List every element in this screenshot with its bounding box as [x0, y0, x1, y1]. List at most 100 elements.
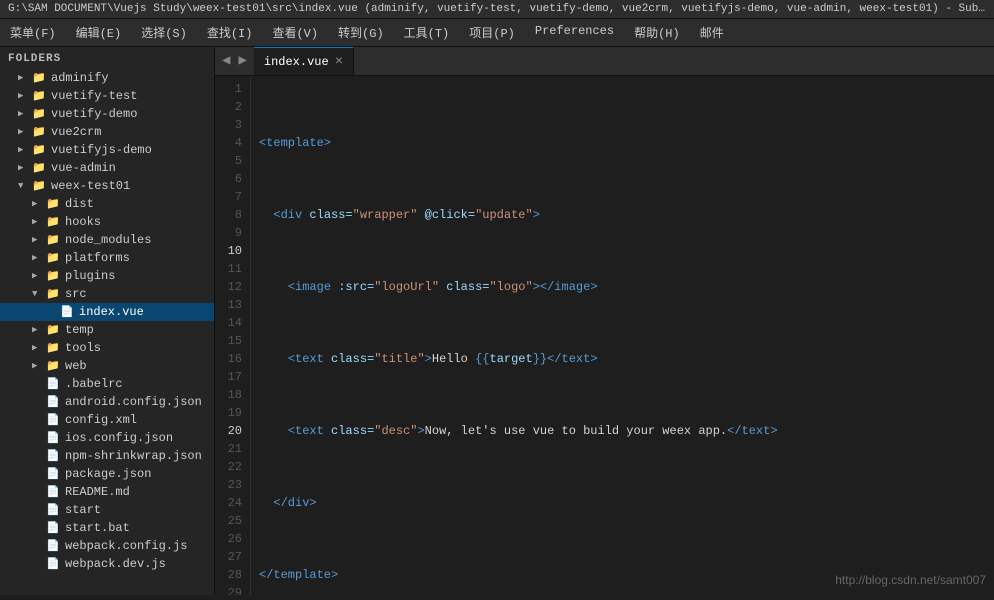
arrow-icon	[18, 73, 32, 83]
arrow-icon	[18, 91, 32, 101]
code-line-6: </div>	[259, 494, 994, 512]
sidebar-item-weex-test01[interactable]: 📁 weex-test01	[0, 177, 214, 195]
menu-item-goto[interactable]: 转到(G)	[328, 22, 394, 43]
folder-icon: 📁	[46, 269, 62, 283]
nav-left-icon[interactable]: ◀	[219, 52, 233, 70]
menu-item-preferences[interactable]: Preferences	[525, 22, 624, 43]
watermark: http://blog.csdn.net/samt007	[835, 573, 986, 587]
file-icon: 📄	[46, 539, 62, 553]
folder-icon: 📁	[32, 125, 48, 139]
file-icon: 📄	[60, 305, 76, 319]
folder-icon: 📁	[46, 215, 62, 229]
code-content[interactable]: <template> <div class="wrapper" @click="…	[251, 76, 994, 595]
sidebar-item-webpack-config[interactable]: 📄 webpack.config.js	[0, 537, 214, 555]
file-icon: 📄	[46, 449, 62, 463]
file-icon: 📄	[46, 503, 62, 517]
folder-icon: 📁	[46, 197, 62, 211]
tab-index-vue[interactable]: index.vue ×	[254, 47, 354, 75]
code-line-1: <template>	[259, 134, 994, 152]
sidebar-item-vuetify-test[interactable]: 📁 vuetify-test	[0, 87, 214, 105]
sidebar: FOLDERS 📁 adminify 📁 vuetify-test 📁 vuet…	[0, 47, 215, 595]
editor-area: ◀ ▶ index.vue × 1 2 3 4 5 6 7 8	[215, 47, 994, 595]
arrow-icon	[32, 361, 46, 371]
sidebar-item-dist[interactable]: 📁 dist	[0, 195, 214, 213]
sidebar-item-src[interactable]: 📁 src	[0, 285, 214, 303]
folder-icon: 📁	[46, 287, 62, 301]
folder-icon: 📁	[32, 143, 48, 157]
arrow-icon	[32, 235, 46, 245]
sidebar-item-android-config[interactable]: 📄 android.config.json	[0, 393, 214, 411]
main-layout: FOLDERS 📁 adminify 📁 vuetify-test 📁 vuet…	[0, 47, 994, 595]
tab-label: index.vue	[264, 55, 329, 69]
sidebar-item-vuetify-demo[interactable]: 📁 vuetify-demo	[0, 105, 214, 123]
arrow-icon	[32, 217, 46, 227]
arrow-icon	[18, 109, 32, 119]
sidebar-item-plugins[interactable]: 📁 plugins	[0, 267, 214, 285]
tab-bar: index.vue ×	[254, 47, 994, 75]
sidebar-item-vue2crm[interactable]: 📁 vue2crm	[0, 123, 214, 141]
file-icon: 📄	[46, 467, 62, 481]
sidebar-item-platforms[interactable]: 📁 platforms	[0, 249, 214, 267]
sidebar-item-index-vue[interactable]: 📄 index.vue	[0, 303, 214, 321]
folder-icon: 📁	[32, 179, 48, 193]
arrow-icon	[18, 181, 32, 191]
code-container[interactable]: 1 2 3 4 5 6 7 8 9 10 11 12 13 14 15 16 1…	[215, 76, 994, 595]
folder-icon: 📁	[32, 71, 48, 85]
sidebar-item-ios-config[interactable]: 📄 ios.config.json	[0, 429, 214, 447]
sidebar-item-temp[interactable]: 📁 temp	[0, 321, 214, 339]
arrow-icon	[32, 343, 46, 353]
sidebar-header: FOLDERS	[0, 47, 214, 69]
folder-icon: 📁	[32, 161, 48, 175]
sidebar-item-package-json[interactable]: 📄 package.json	[0, 465, 214, 483]
sidebar-item-npm-shrinkwrap[interactable]: 📄 npm-shrinkwrap.json	[0, 447, 214, 465]
arrow-icon	[32, 271, 46, 281]
sidebar-item-config-xml[interactable]: 📄 config.xml	[0, 411, 214, 429]
sidebar-item-start-bat[interactable]: 📄 start.bat	[0, 519, 214, 537]
menu-item-select[interactable]: 选择(S)	[131, 22, 197, 43]
arrow-icon	[18, 127, 32, 137]
sidebar-item-readme[interactable]: 📄 README.md	[0, 483, 214, 501]
sidebar-item-babelrc[interactable]: 📄 .babelrc	[0, 375, 214, 393]
sidebar-item-hooks[interactable]: 📁 hooks	[0, 213, 214, 231]
menu-item-view[interactable]: 查看(V)	[262, 22, 328, 43]
folder-icon: 📁	[46, 359, 62, 373]
folder-icon: 📁	[46, 323, 62, 337]
menu-item-find[interactable]: 查找(I)	[197, 22, 263, 43]
file-icon: 📄	[46, 395, 62, 409]
arrow-icon	[32, 199, 46, 209]
file-icon: 📄	[46, 521, 62, 535]
sidebar-item-start[interactable]: 📄 start	[0, 501, 214, 519]
arrow-icon	[32, 289, 46, 299]
menu-item-edit[interactable]: 编辑(E)	[66, 22, 132, 43]
line-numbers: 1 2 3 4 5 6 7 8 9 10 11 12 13 14 15 16 1…	[215, 76, 251, 595]
file-icon: 📄	[46, 431, 62, 445]
sidebar-item-adminify[interactable]: 📁 adminify	[0, 69, 214, 87]
folder-icon: 📁	[46, 341, 62, 355]
sidebar-nav: ◀ ▶	[215, 47, 254, 75]
sidebar-item-node-modules[interactable]: 📁 node_modules	[0, 231, 214, 249]
sidebar-item-vue-admin[interactable]: 📁 vue-admin	[0, 159, 214, 177]
arrow-icon	[18, 145, 32, 155]
folder-icon: 📁	[46, 233, 62, 247]
menu-item-project[interactable]: 项目(P)	[459, 22, 525, 43]
menu-item-mail[interactable]: 邮件	[690, 22, 734, 43]
code-line-3: <image :src="logoUrl" class="logo"></ima…	[259, 278, 994, 296]
sidebar-item-vuetifyjs-demo[interactable]: 📁 vuetifyjs-demo	[0, 141, 214, 159]
menu-bar: 菜单(F) 编辑(E) 选择(S) 查找(I) 查看(V) 转到(G) 工具(T…	[0, 19, 994, 47]
code-line-4: <text class="title">Hello {{target}}</te…	[259, 350, 994, 368]
arrow-icon	[18, 163, 32, 173]
sidebar-item-web[interactable]: 📁 web	[0, 357, 214, 375]
menu-item-file[interactable]: 菜单(F)	[0, 22, 66, 43]
code-line-2: <div class="wrapper" @click="update">	[259, 206, 994, 224]
folder-icon: 📁	[32, 89, 48, 103]
nav-right-icon[interactable]: ▶	[235, 52, 249, 70]
sidebar-item-tools[interactable]: 📁 tools	[0, 339, 214, 357]
sidebar-item-webpack-dev[interactable]: 📄 webpack.dev.js	[0, 555, 214, 573]
code-line-5: <text class="desc">Now, let's use vue to…	[259, 422, 994, 440]
file-icon: 📄	[46, 377, 62, 391]
file-icon: 📄	[46, 485, 62, 499]
menu-item-tools[interactable]: 工具(T)	[394, 22, 460, 43]
folder-icon: 📁	[32, 107, 48, 121]
menu-item-help[interactable]: 帮助(H)	[624, 22, 690, 43]
tab-close-icon[interactable]: ×	[335, 54, 343, 70]
